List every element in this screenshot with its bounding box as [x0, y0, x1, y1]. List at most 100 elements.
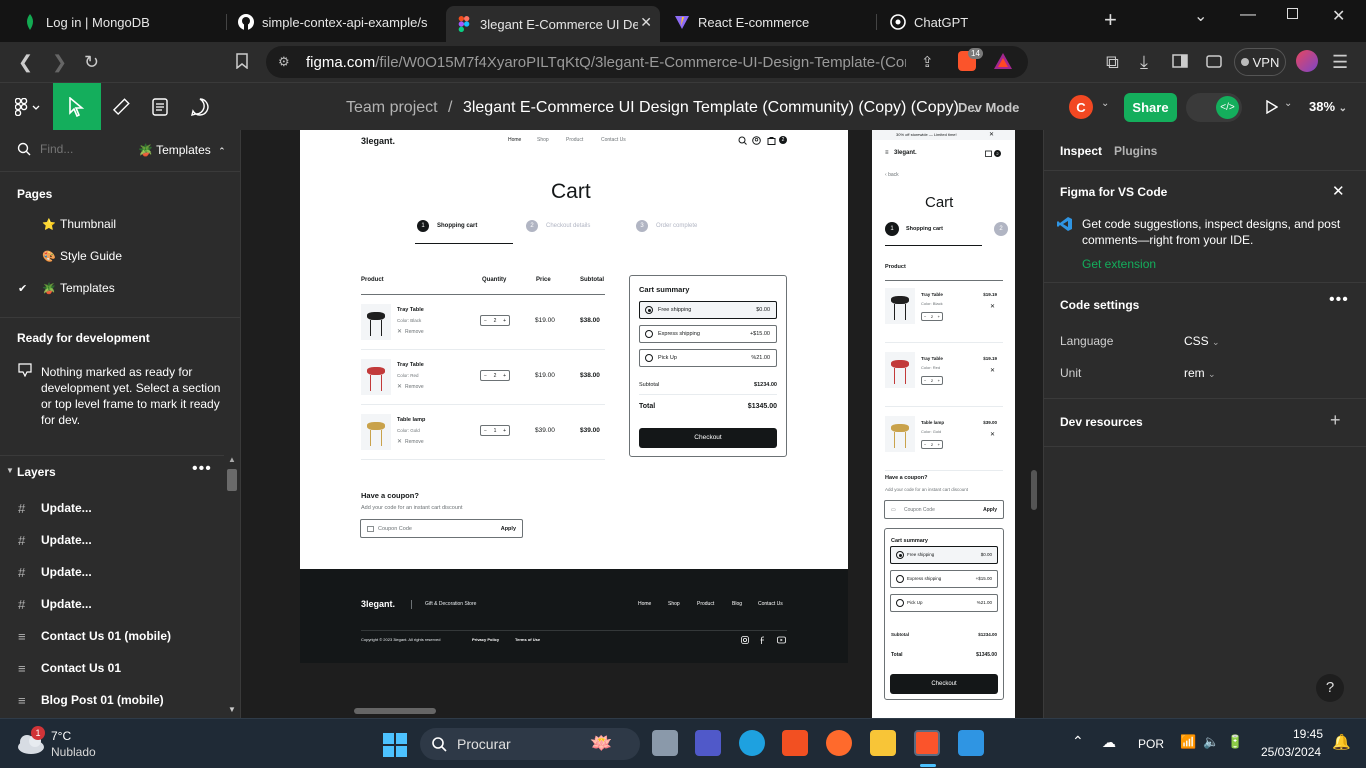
clock-time[interactable]: 19:45 [1293, 727, 1323, 741]
minus-icon[interactable]: − [484, 428, 487, 434]
browser-menu-icon[interactable]: ☰ [1332, 52, 1348, 72]
tab-chatgpt[interactable]: ChatGPT [880, 6, 1090, 38]
unit-select[interactable]: rem ⌄ [1184, 366, 1216, 380]
add-resource-icon[interactable]: + [1330, 410, 1341, 431]
plus-icon[interactable]: + [503, 318, 506, 324]
quantity-stepper[interactable]: −2 + [921, 312, 943, 321]
mobile-logo[interactable]: 3legant. [894, 150, 917, 156]
forward-icon[interactable]: ❯ [52, 52, 67, 72]
minus-icon[interactable]: − [924, 378, 926, 383]
layers-scrollbar[interactable]: ▲ ▼ [224, 455, 240, 718]
file-explorer-icon[interactable] [870, 730, 896, 756]
footer-link-blog[interactable]: Blog [732, 601, 742, 607]
footer-link-product[interactable]: Product [697, 601, 714, 607]
brave-browser-icon[interactable] [914, 730, 940, 756]
minus-icon[interactable]: − [484, 318, 487, 324]
volume-icon[interactable]: 🔈 [1203, 734, 1219, 750]
shipping-option[interactable]: Free shipping $0.00 [639, 301, 777, 319]
radio-icon[interactable] [896, 575, 904, 583]
extensions-icon[interactable]: ⧉ [1106, 52, 1119, 72]
remove-button[interactable]: ✕ Remove [397, 328, 424, 335]
vpn-button[interactable]: VPN [1234, 48, 1286, 76]
annotation-icon[interactable] [152, 98, 168, 116]
mobile-checkout-button[interactable]: Checkout [890, 674, 998, 694]
radio-icon[interactable] [896, 551, 904, 559]
plus-icon[interactable]: + [938, 314, 940, 319]
plus-icon[interactable]: + [503, 428, 506, 434]
footer-terms-link[interactable]: Terms of Use [515, 637, 540, 642]
mobile-cart-frame[interactable]: 30% off storewide — Limited time! ✕ ≡ 3l… [872, 130, 1015, 718]
present-play-icon[interactable] [1266, 100, 1278, 114]
quantity-stepper[interactable]: −2 + [480, 315, 510, 326]
tab-inspect[interactable]: Inspect [1060, 144, 1102, 158]
footer-logo[interactable]: 3legant. [361, 599, 395, 609]
teams-icon[interactable] [695, 730, 721, 756]
layer-row[interactable]: # Update... [0, 524, 222, 556]
tab-plugins[interactable]: Plugins [1114, 144, 1157, 158]
back-icon[interactable]: ❮ [18, 52, 33, 72]
minus-icon[interactable]: − [924, 314, 926, 319]
close-tab-icon[interactable]: ✕ [640, 14, 652, 31]
apply-button[interactable]: Apply [501, 526, 516, 532]
layer-row[interactable]: # Update... [0, 556, 222, 588]
weather-temp[interactable]: 7°C [51, 729, 71, 743]
canvas-horizontal-scrollbar[interactable] [354, 708, 436, 714]
new-tab-button[interactable]: + [1104, 9, 1117, 31]
avatar-chevron-icon[interactable]: ⌄ [1101, 98, 1109, 109]
measure-icon[interactable] [112, 98, 130, 116]
radio-icon[interactable] [896, 599, 904, 607]
quantity-stepper[interactable]: −2 + [480, 370, 510, 381]
shipping-option[interactable]: Pick Up %21.00 [639, 349, 777, 367]
logo[interactable]: 3legant. [361, 136, 395, 146]
postman-icon[interactable] [826, 730, 852, 756]
address-bar[interactable]: ⚙ figma.com/file/W0O15M7f4XyaroPILTqKtQ/… [266, 46, 1028, 78]
shipping-option[interactable]: Express shipping +$15.00 [890, 570, 998, 588]
maximize-icon[interactable] [1287, 8, 1298, 19]
url-text[interactable]: figma.com/file/W0O15M7f4XyaroPILTqKtQ/3l… [306, 54, 906, 71]
more-options-icon[interactable]: ••• [1329, 291, 1349, 309]
layer-row[interactable]: # Update... [0, 588, 222, 620]
coupon-input[interactable]: Coupon Code Apply [360, 519, 523, 538]
footer-link-contact[interactable]: Contact Us [758, 601, 783, 607]
layer-row[interactable]: ≡ Blog Post 01 (mobile) [0, 684, 222, 716]
language-indicator[interactable]: POR [1138, 737, 1164, 751]
battery-icon[interactable]: 🔋 [1227, 734, 1243, 750]
collapse-triangle-icon[interactable]: ▼ [6, 466, 14, 475]
tab-search-chevron-icon[interactable]: ⌄ [1194, 6, 1207, 26]
window-close-icon[interactable]: ✕ [1332, 6, 1345, 26]
weather-desc[interactable]: Nublado [51, 745, 96, 759]
promo-close-icon[interactable]: ✕ [989, 131, 994, 138]
get-extension-link[interactable]: Get extension [1082, 257, 1156, 271]
remove-button[interactable]: ✕ Remove [397, 438, 424, 445]
site-settings-icon[interactable]: ⚙ [278, 54, 290, 70]
mobile-apply-button[interactable]: Apply [983, 507, 997, 513]
checkout-button[interactable]: Checkout [639, 428, 777, 448]
layer-row[interactable]: ≡ Contact Us 01 [0, 652, 222, 684]
back-link[interactable]: ‹ back [885, 172, 899, 178]
design-canvas[interactable]: 3legant. Home Shop Product Contact Us 2 … [241, 130, 1043, 718]
minus-icon[interactable]: − [484, 373, 487, 379]
remove-button[interactable]: ✕ Remove [397, 383, 424, 390]
wallet-icon[interactable] [1206, 54, 1222, 68]
edge-icon[interactable] [739, 730, 765, 756]
plus-icon[interactable]: + [938, 442, 940, 447]
tab-github[interactable]: simple-contex-api-example/src/c [228, 6, 438, 38]
share-button[interactable]: Share [1124, 93, 1177, 122]
help-button[interactable]: ? [1316, 674, 1344, 702]
footer-link-shop[interactable]: Shop [668, 601, 680, 607]
quantity-stepper[interactable]: −1 + [480, 425, 510, 436]
tab-mongodb[interactable]: Log in | MongoDB [12, 6, 227, 38]
canvas-vertical-scrollbar[interactable] [1031, 470, 1037, 510]
footer-privacy-link[interactable]: Privacy Policy [472, 637, 499, 642]
taskbar-search[interactable]: Procurar 🪷 [420, 728, 640, 760]
radio-icon[interactable] [645, 306, 653, 314]
scrollbar-thumb[interactable] [227, 469, 237, 491]
remove-icon[interactable]: ✕ [990, 367, 995, 374]
tray-chevron-up-icon[interactable]: ⌃ [1072, 733, 1084, 750]
reload-icon[interactable]: ↻ [84, 52, 99, 72]
avatar[interactable]: C [1069, 95, 1093, 119]
store-icon[interactable] [782, 730, 808, 756]
shipping-option[interactable]: Free shipping $0.00 [890, 546, 998, 564]
comment-icon[interactable] [191, 98, 209, 116]
minus-icon[interactable]: − [924, 442, 926, 447]
